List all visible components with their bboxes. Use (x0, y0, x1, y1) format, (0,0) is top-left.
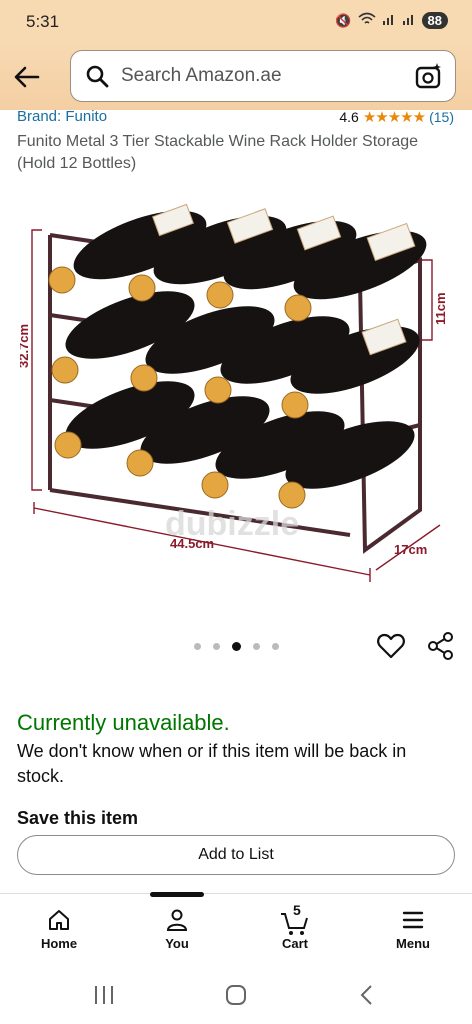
dim-tier-label: 11cm (433, 292, 448, 325)
nav-active-indicator (150, 892, 204, 897)
cart-count-badge: 5 (293, 902, 301, 918)
watermark: dubizzle (165, 505, 299, 543)
search-placeholder: Search Amazon.ae (121, 65, 282, 86)
recent-apps-icon[interactable] (92, 984, 116, 1011)
nav-home[interactable]: Home (19, 908, 99, 951)
menu-icon (402, 911, 424, 929)
signal-icon-2 (402, 12, 416, 29)
rating-summary[interactable]: 4.6 ★★★★★ (15) (339, 108, 454, 126)
nav-menu[interactable]: Menu (373, 908, 453, 951)
carousel-dot[interactable] (272, 643, 279, 650)
battery-icon: 88 (421, 12, 448, 29)
save-item-heading: Save this item (17, 808, 139, 828)
share-icon[interactable] (426, 631, 456, 661)
wifi-icon (358, 12, 376, 29)
nav-home-label: Home (40, 936, 78, 951)
nav-you[interactable]: You (137, 908, 217, 951)
dim-height-label: 32.7cm (20, 324, 31, 368)
brand-link[interactable]: Brand: Funito (17, 108, 107, 125)
carousel-dot[interactable] (194, 643, 201, 650)
availability-note: We don't know when or if this item will … (17, 741, 407, 786)
status-time: 5:31 (26, 12, 60, 31)
search-header: Search Amazon.ae (0, 44, 472, 110)
review-count: (15) (429, 109, 454, 125)
carousel-dots[interactable] (194, 642, 279, 651)
home-icon (49, 910, 69, 930)
search-icon (85, 64, 109, 88)
nav-cart-label: Cart (281, 936, 308, 951)
search-input[interactable]: Search Amazon.ae (70, 50, 456, 102)
rating-value: 4.6 (339, 109, 359, 125)
star-rating-icon: ★★★★★ (362, 109, 426, 126)
carousel-dot-active[interactable] (232, 642, 241, 651)
product-title: Funito Metal 3 Tier Stackable Wine Rack … (17, 133, 419, 172)
system-nav-bar (0, 966, 472, 1024)
signal-icon (382, 12, 396, 29)
status-icons: 🔇 88 (335, 12, 448, 29)
home-system-icon[interactable] (225, 984, 247, 1011)
carousel-dot[interactable] (213, 643, 220, 650)
person-icon (166, 909, 188, 931)
back-arrow-icon[interactable] (12, 62, 42, 92)
nav-menu-label: Menu (396, 936, 430, 951)
status-bar: 5:31 🔇 88 (0, 0, 472, 44)
dim-depth-label: 17cm (394, 542, 427, 557)
product-image[interactable]: 32.7cm 44.5cm 17cm 11cm dubizzle (16, 190, 460, 590)
bottom-nav: Home You 5 Cart Menu (0, 892, 472, 966)
nav-cart[interactable]: 5 Cart (255, 902, 335, 951)
system-back-icon[interactable] (358, 984, 374, 1011)
camera-search-icon[interactable] (415, 62, 443, 90)
carousel-dot[interactable] (253, 643, 260, 650)
nav-you-label: You (165, 936, 189, 951)
availability-status: Currently unavailable. (17, 710, 230, 735)
wishlist-heart-icon[interactable] (376, 631, 406, 661)
add-to-list-button[interactable]: Add to List (17, 835, 455, 875)
mute-icon: 🔇 (335, 12, 352, 28)
